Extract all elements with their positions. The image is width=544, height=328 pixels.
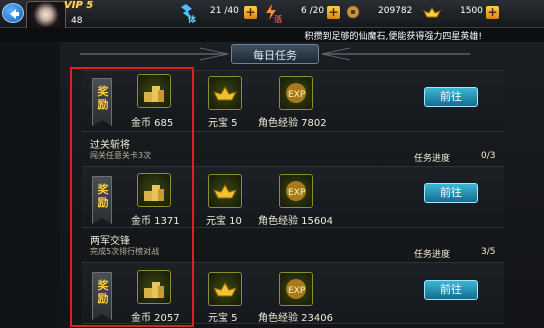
yuanbao-reward-label: 元宝 5 — [208, 313, 238, 324]
gold-ingot-icon[interactable] — [208, 76, 242, 110]
energy-label: 活 — [274, 15, 282, 24]
exp-orb-icon[interactable]: EXP — [279, 272, 313, 306]
top-status-bar: VIP 5 48 体 21 /40 + 活 6 /20 + 209782 150… — [0, 0, 544, 39]
energy-value: 6 /20 — [301, 6, 325, 16]
ticker-text: 积攒到足够的仙魔石,便能获得强力四星英雄! — [304, 32, 482, 42]
gold-value: 1500 — [460, 6, 483, 16]
svg-text:EXP: EXP — [288, 90, 306, 100]
go-button-3[interactable]: 前往 — [424, 280, 478, 300]
task-progress-label-2: 任务进度 — [414, 154, 451, 164]
add-gold-button[interactable]: + — [486, 6, 499, 19]
back-button[interactable] — [2, 3, 24, 23]
exp-reward-label: 角色经验 7802 — [258, 118, 327, 129]
copper-coin-icon — [346, 5, 360, 19]
exp-reward-label: 角色经验 15604 — [258, 216, 333, 227]
coins-value: 209782 — [378, 6, 413, 16]
task-progress-label-3: 任务进度 — [414, 250, 451, 260]
exp-orb-icon[interactable]: EXP — [279, 174, 313, 208]
highlight-box — [70, 67, 194, 327]
exp-reward-label: 角色经验 23406 — [258, 313, 333, 324]
svg-text:EXP: EXP — [288, 286, 306, 296]
announcement-ticker: 积攒到足够的仙魔石,便能获得强力四星英雄! — [0, 28, 544, 42]
add-energy-button[interactable]: + — [327, 6, 340, 19]
go-button-1[interactable]: 前往 — [424, 87, 478, 107]
vip-badge: VIP 5 — [64, 0, 94, 11]
gold-ingot-currency-icon — [423, 7, 441, 18]
task-progress-value-2: 0/3 — [481, 151, 496, 161]
go-button-2[interactable]: 前往 — [424, 183, 478, 203]
yuanbao-reward-label: 元宝 5 — [208, 118, 238, 129]
gold-ingot-icon[interactable] — [208, 272, 242, 306]
add-stamina-button[interactable]: + — [244, 6, 257, 19]
exp-orb-icon[interactable]: EXP — [279, 76, 313, 110]
back-arrow-icon — [10, 9, 19, 19]
yuanbao-reward-label: 元宝 10 — [206, 216, 242, 227]
gold-ingot-icon[interactable] — [208, 174, 242, 208]
svg-text:EXP: EXP — [288, 188, 306, 198]
player-level: 48 — [71, 16, 83, 26]
stamina-label: 体 — [188, 15, 196, 24]
task-progress-value-3: 3/5 — [481, 247, 496, 257]
page-title: 每日任务 — [253, 49, 297, 62]
stamina-value: 21 /40 — [210, 6, 239, 16]
